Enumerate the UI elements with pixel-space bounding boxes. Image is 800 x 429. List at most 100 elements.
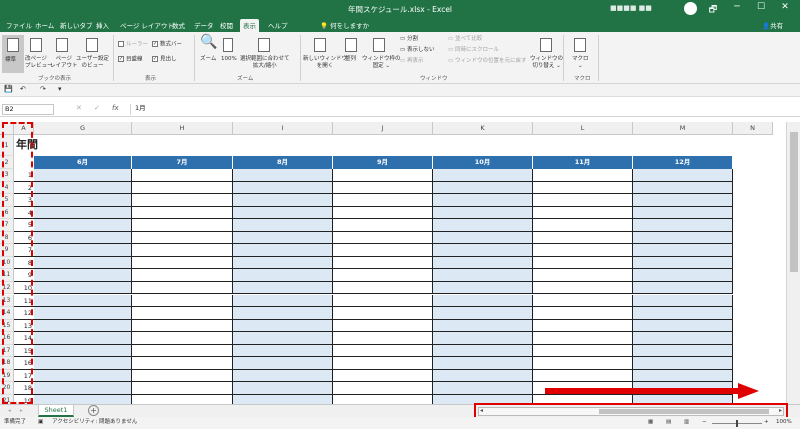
column-header[interactable]: K: [433, 122, 533, 135]
schedule-cell[interactable]: [433, 294, 533, 308]
schedule-cell[interactable]: [533, 231, 633, 245]
schedule-cell[interactable]: [533, 169, 633, 182]
schedule-cell[interactable]: [333, 231, 433, 245]
tell-me[interactable]: 💡 何をしますか: [320, 20, 369, 30]
zoom-level[interactable]: 100%: [776, 419, 792, 426]
month-header[interactable]: 7月: [132, 156, 233, 169]
tab-help[interactable]: ヘルプ: [268, 20, 288, 30]
formula-input[interactable]: 1月: [130, 104, 794, 115]
schedule-cell[interactable]: [333, 244, 433, 257]
schedule-cell[interactable]: [34, 369, 132, 383]
formula-bar-checkbox[interactable]: ✓ 数式バー: [152, 41, 182, 49]
schedule-cell[interactable]: [233, 244, 333, 257]
schedule-cell[interactable]: [233, 294, 333, 308]
tab-review[interactable]: 校閲: [220, 20, 233, 30]
zoom-slider-thumb[interactable]: [736, 420, 738, 427]
schedule-cell[interactable]: [34, 206, 132, 220]
schedule-cell[interactable]: [433, 332, 533, 345]
tab-page-layout[interactable]: ページ レイアウト: [120, 20, 174, 30]
schedule-cell[interactable]: [533, 281, 633, 295]
schedule-cell[interactable]: [34, 281, 132, 295]
schedule-cell[interactable]: [333, 319, 433, 333]
schedule-cell[interactable]: [333, 369, 433, 383]
schedule-cell[interactable]: [233, 319, 333, 333]
reset-window-position-button[interactable]: ▭ ウィンドウの位置を元に戻す: [448, 58, 526, 65]
synchronous-scroll-button[interactable]: ▭ 同時にスクロール: [448, 47, 499, 54]
schedule-cell[interactable]: [132, 394, 233, 404]
schedule-cell[interactable]: [433, 231, 533, 245]
schedule-cell[interactable]: [533, 319, 633, 333]
schedule-cell[interactable]: [34, 357, 132, 370]
tab-formulas[interactable]: 数式: [172, 20, 185, 30]
column-header[interactable]: N: [733, 122, 773, 135]
tab-insert[interactable]: 挿入: [96, 20, 109, 30]
accessibility-status[interactable]: アクセシビリティ: 問題ありません: [52, 419, 137, 426]
schedule-cell[interactable]: [333, 382, 433, 395]
schedule-cell[interactable]: [633, 169, 733, 182]
spreadsheet-grid[interactable]: A G H I J K L M N 年間 6月 7月 8月 9月 10月 11月…: [0, 122, 786, 404]
column-header[interactable]: I: [233, 122, 333, 135]
schedule-cell[interactable]: [233, 219, 333, 232]
schedule-cell[interactable]: [533, 244, 633, 257]
schedule-cell[interactable]: [233, 231, 333, 245]
schedule-cell[interactable]: [132, 307, 233, 320]
schedule-cell[interactable]: [333, 394, 433, 404]
schedule-cell[interactable]: [132, 206, 233, 220]
zoom-out-icon[interactable]: −: [702, 419, 707, 426]
schedule-cell[interactable]: [333, 294, 433, 308]
sheet-prev-icon[interactable]: ◂: [8, 408, 11, 415]
schedule-cell[interactable]: [633, 244, 733, 257]
month-header[interactable]: 11月: [533, 156, 633, 169]
schedule-cell[interactable]: [333, 206, 433, 220]
schedule-cell[interactable]: [132, 357, 233, 370]
tab-file[interactable]: ファイル: [6, 20, 32, 30]
schedule-cell[interactable]: [233, 394, 333, 404]
schedule-cell[interactable]: [533, 357, 633, 370]
schedule-cell[interactable]: [633, 294, 733, 308]
schedule-cell[interactable]: [34, 256, 132, 270]
schedule-cell[interactable]: [233, 281, 333, 295]
vertical-scrollbar[interactable]: [786, 122, 800, 404]
schedule-cell[interactable]: [633, 181, 733, 195]
schedule-cell[interactable]: [333, 219, 433, 232]
month-header[interactable]: 12月: [633, 156, 733, 169]
schedule-cell[interactable]: [34, 294, 132, 308]
schedule-cell[interactable]: [433, 181, 533, 195]
column-header[interactable]: L: [533, 122, 633, 135]
schedule-cell[interactable]: [132, 294, 233, 308]
schedule-cell[interactable]: [533, 307, 633, 320]
schedule-cell[interactable]: [34, 194, 132, 207]
enter-icon[interactable]: ✓: [94, 105, 100, 112]
schedule-cell[interactable]: [233, 307, 333, 320]
normal-view-status-icon[interactable]: ▦: [648, 419, 653, 426]
schedule-cell[interactable]: [433, 357, 533, 370]
schedule-cell[interactable]: [34, 219, 132, 232]
insert-function-button[interactable]: fx: [112, 104, 119, 112]
schedule-cell[interactable]: [233, 269, 333, 282]
month-header[interactable]: 8月: [233, 156, 333, 169]
schedule-cell[interactable]: [633, 332, 733, 345]
unhide-button[interactable]: ▭ 再表示: [400, 58, 423, 65]
schedule-cell[interactable]: [34, 394, 132, 404]
schedule-cell[interactable]: [233, 357, 333, 370]
schedule-cell[interactable]: [132, 319, 233, 333]
schedule-cell[interactable]: [132, 244, 233, 257]
tab-data[interactable]: データ: [194, 20, 214, 30]
schedule-cell[interactable]: [333, 332, 433, 345]
gridlines-checkbox[interactable]: ✓ 目盛線: [118, 56, 143, 64]
column-header[interactable]: M: [633, 122, 733, 135]
schedule-cell[interactable]: [34, 181, 132, 195]
schedule-cell[interactable]: [333, 256, 433, 270]
schedule-cell[interactable]: [333, 181, 433, 195]
split-button[interactable]: ▭ 分割: [400, 36, 418, 43]
schedule-cell[interactable]: [233, 382, 333, 395]
month-header[interactable]: 10月: [433, 156, 533, 169]
schedule-cell[interactable]: [433, 319, 533, 333]
vertical-scroll-thumb[interactable]: [790, 132, 798, 272]
undo-icon[interactable]: ↶: [20, 86, 26, 93]
schedule-cell[interactable]: [333, 344, 433, 358]
save-icon[interactable]: 💾: [4, 86, 13, 93]
schedule-cell[interactable]: [34, 231, 132, 245]
schedule-cell[interactable]: [533, 256, 633, 270]
schedule-cell[interactable]: [533, 219, 633, 232]
